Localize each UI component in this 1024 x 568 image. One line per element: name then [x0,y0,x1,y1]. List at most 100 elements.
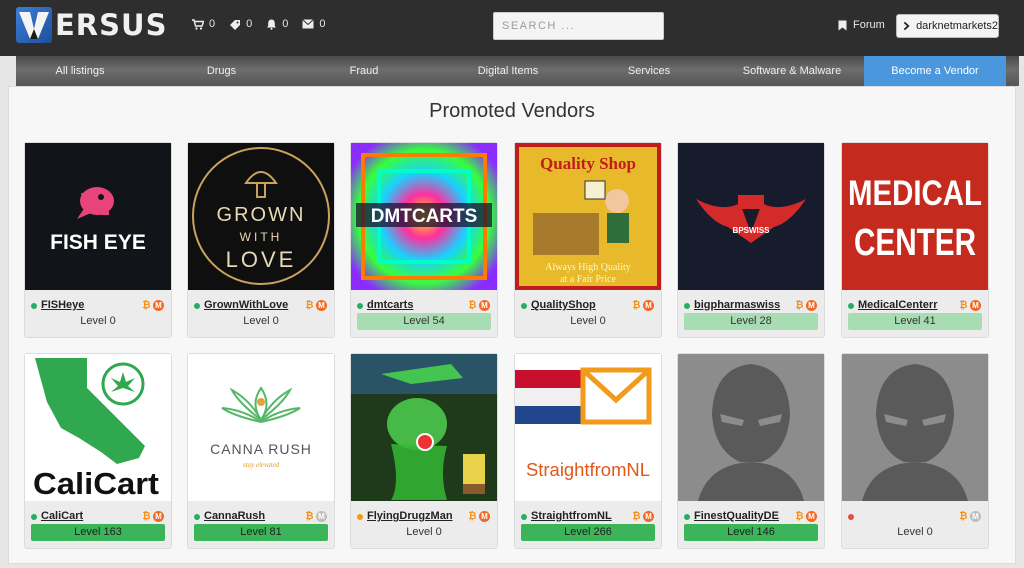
monero-icon: M [643,511,654,522]
status-dot [521,514,527,520]
vendor-image[interactable]: Quality Shop Always High Quality at a Fa… [515,143,661,290]
status-dot [684,514,690,520]
user-menu-button[interactable]: darknetmarkets2 [896,14,999,38]
nav-all-listings[interactable]: All listings [16,56,144,86]
vendor-level: Level 163 [31,524,165,541]
vendor-card-dmtcarts[interactable]: DMTCARTS dmtcarts ₿ M Level 54 [350,142,498,338]
vendor-name-link[interactable]: MedicalCenterr [858,299,937,311]
bitcoin-icon: ₿ [795,511,804,522]
envelope-icon [302,19,315,29]
vendor-image[interactable] [842,354,988,501]
vendor-image[interactable]: GROWN WITH LOVE [188,143,334,290]
vendor-card-finestqualityde[interactable]: FinestQualityDE ₿ M Level 146 [677,353,825,549]
vendor-level: Level 28 [684,313,818,330]
bitcoin-icon: ₿ [142,511,151,522]
image-caption: Quality Shop [540,154,636,173]
monero-icon: M [970,300,981,311]
cart-counter[interactable]: 0 [192,18,215,30]
nav-digital-items[interactable]: Digital Items [429,56,587,86]
logo-text: ERSUS [55,8,168,42]
site-logo[interactable]: ERSUS [16,7,167,43]
nav-fraud[interactable]: Fraud [299,56,429,86]
chevron-right-icon [903,21,910,31]
vendor-card-unnamed[interactable]: ₿ M Level 0 [841,353,989,549]
monero-icon: M [806,511,817,522]
vendor-image[interactable]: BPSWISS [678,143,824,290]
category-nav: All listings Drugs Fraud Digital Items S… [16,56,1019,86]
image-caption: DMTCARTS [371,206,478,227]
vendor-image[interactable] [678,354,824,501]
vendor-name-link[interactable]: CannaRush [204,510,265,522]
image-caption: FISH EYE [50,231,146,254]
vendor-card-medicalcenterr[interactable]: MEDICAL CENTER MedicalCenterr ₿ M Level … [841,142,989,338]
image-caption: Always High Quality [545,262,631,273]
tag-counter[interactable]: 0 [229,18,252,30]
bitcoin-icon: ₿ [305,511,314,522]
notification-counter[interactable]: 0 [266,18,288,30]
vendor-name-link[interactable]: dmtcarts [367,299,413,311]
vendor-image[interactable] [351,354,497,501]
image-caption: at a Fair Price [560,274,616,285]
message-count: 0 [319,18,326,30]
vendor-card-qualityshop[interactable]: Quality Shop Always High Quality at a Fa… [514,142,662,338]
vendor-card-cannarush[interactable]: CANNA RUSH stay elevated CannaRush ₿ M L… [187,353,335,549]
search-input[interactable] [493,12,664,40]
monero-icon: M [316,300,327,311]
status-dot [848,303,854,309]
forum-link[interactable]: Forum [838,19,885,31]
image-caption: CENTER [854,222,976,264]
nav-drugs[interactable]: Drugs [144,56,299,86]
bitcoin-icon: ₿ [468,511,477,522]
forum-label: Forum [853,19,885,31]
status-dot [194,303,200,309]
monero-icon: M [643,300,654,311]
vendor-level: Level 0 [243,315,279,327]
vendor-card-calicart[interactable]: CaliCart CaliCart ₿ M Level 163 [24,353,172,549]
message-counter[interactable]: 0 [302,18,326,30]
vendor-image[interactable]: StraightfromNL [515,354,661,501]
vendor-card-straightfromnl[interactable]: StraightfromNL StraightfromNL ₿ M Level … [514,353,662,549]
header-counters: 0 0 0 0 [192,18,326,30]
status-dot [357,514,363,520]
nav-software-malware[interactable]: Software & Malware [711,56,873,86]
image-caption: LOVE [226,247,297,272]
vendor-name-link[interactable]: FinestQualityDE [694,510,779,522]
monero-icon: M [153,511,164,522]
top-header: ERSUS 0 0 0 0 SEARCH ... Forum darknetma… [0,0,1024,56]
vendor-name-link[interactable]: CaliCart [41,510,83,522]
bitcoin-icon: ₿ [632,511,641,522]
vendor-image[interactable]: CANNA RUSH stay elevated [188,354,334,501]
image-caption: GROWN [217,204,306,226]
vendor-card-flyingdrugzman[interactable]: FlyingDrugzMan ₿ M Level 0 [350,353,498,549]
cart-icon [192,18,204,30]
image-caption: CANNA RUSH [210,441,312,457]
status-dot [31,303,37,309]
vendor-name-link[interactable]: bigpharmaswiss [694,299,780,311]
vendor-name-link[interactable]: QualityShop [531,299,596,311]
vendor-card-fisheye[interactable]: FISH EYE FISHeye ₿ M Level 0 [24,142,172,338]
vendor-card-grownwithlove[interactable]: GROWN WITH LOVE GrownWithLove ₿ M Level … [187,142,335,338]
cart-count: 0 [209,18,216,30]
image-caption: CaliCart [33,466,159,501]
vendor-name-link[interactable]: FlyingDrugzMan [367,510,453,522]
vendor-image[interactable]: FISH EYE [25,143,171,290]
bitcoin-icon: ₿ [468,300,477,311]
vendor-image[interactable]: MEDICAL CENTER [842,143,988,290]
image-caption: WITH [240,230,283,244]
vendor-name-link[interactable]: StraightfromNL [531,510,612,522]
status-dot [684,303,690,309]
image-caption: BPSWISS [733,226,771,235]
vendor-image[interactable]: DMTCARTS [351,143,497,290]
nav-services[interactable]: Services [587,56,711,86]
section-title: Promoted Vendors [429,100,595,122]
vendor-name-link[interactable]: FISHeye [41,299,84,311]
vendor-image[interactable]: CaliCart [25,354,171,501]
become-vendor-button[interactable]: Become a Vendor [864,56,1006,86]
vendor-card-bigpharmaswiss[interactable]: BPSWISS bigpharmaswiss ₿ M Level 28 [677,142,825,338]
tag-count: 0 [246,18,253,30]
vendor-name-link[interactable]: GrownWithLove [204,299,288,311]
bitcoin-icon: ₿ [959,511,968,522]
vendor-level: Level 0 [406,526,442,538]
vendor-level: Level 0 [897,526,933,538]
logo-v-badge [16,7,52,43]
